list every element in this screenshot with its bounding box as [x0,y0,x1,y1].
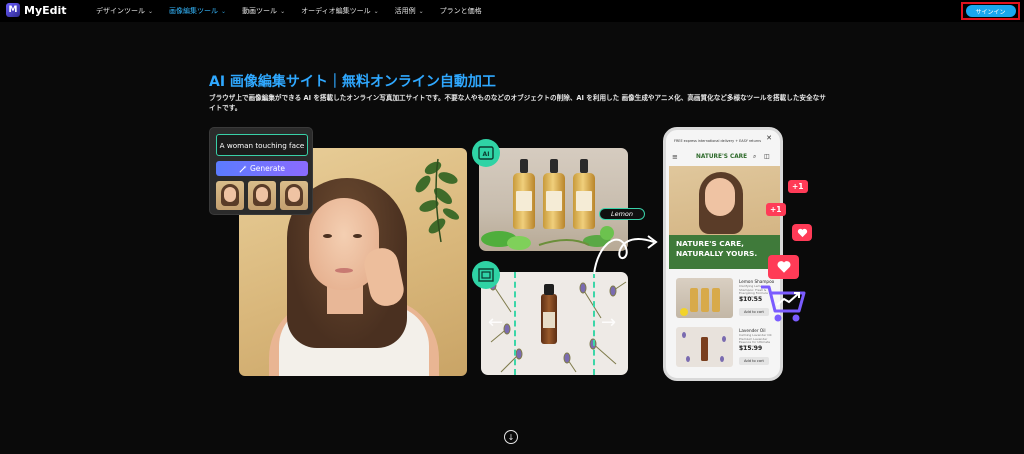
shopping-cart-icon [761,285,806,322]
main-menu: デザインツール ⌄ 画像編集ツール ⌄ 動画ツール ⌄ オーディオ編集ツール ⌄ 活用例… [96,0,498,22]
phone-product-card: Lavender Oil Calming Lavender Oil: Premi… [673,324,777,370]
hero-line-1: NATURE'S CARE, [676,239,744,248]
woman-eye-right [353,234,362,238]
hero-title: AI 画像編集サイト｜無料オンライン自動加工 [209,74,496,90]
menu-item-design-tools[interactable]: デザインツール ⌄ [96,6,153,16]
woman-lips [335,268,353,273]
hero-face [705,178,735,216]
thumb-face [224,187,236,202]
hero-description: ブラウザ上で画像編集ができる AI を搭載したオンライン写真加工サイトです。不要… [209,94,826,112]
top-nav: M MyEdit デザインツール ⌄ 画像編集ツール ⌄ 動画ツール ⌄ オーディオ編… [0,0,1024,22]
generate-label: Generate [249,164,286,173]
compare-divider-left [514,272,516,375]
crop-frame-icon [472,261,500,289]
plus-one-badge: +1 [788,180,808,193]
menu-item-audio-tools[interactable]: オーディオ編集ツール ⌄ [301,6,379,16]
menu-item-label: 動画ツール [242,7,278,15]
chevron-down-icon: ⌄ [148,7,154,15]
hero-line-2: NATURALLY YOURS. [676,248,758,258]
signin-highlight: サインイン [961,2,1020,20]
generated-thumbnail-3[interactable] [280,181,308,210]
heart-icon [768,255,799,279]
woman-eye-left [323,234,332,238]
generated-thumbnail-1[interactable] [216,181,244,210]
logo[interactable]: M MyEdit [6,3,67,17]
magic-wand-icon [239,164,247,173]
chevron-down-icon: ⌄ [373,7,379,15]
chevron-down-icon: ⌄ [418,7,424,15]
lemon-tag: Lemon [599,208,645,220]
menu-item-label: プランと価格 [439,7,482,15]
signin-button[interactable]: サインイン [965,5,1016,17]
chevron-down-icon: ⌄ [221,7,227,15]
product-lavender [682,332,726,362]
phone-mockup: FREE express international delivery + EA… [663,127,783,381]
bag-icon[interactable]: ◫ [764,153,770,160]
phone-hero-banner: NATURE'S CARE, NATURALLY YOURS. [669,235,780,269]
thumb-face [256,187,268,202]
menu-item-label: 活用例 [394,7,416,15]
phone-brand: NATURE'S CARE [696,154,748,160]
menu-item-pricing[interactable]: プランと価格 [440,6,482,16]
menu-item-image-tools[interactable]: 画像編集ツール ⌄ [169,6,226,16]
menu-item-label: 画像編集ツール [169,7,219,15]
bottle-label [576,191,592,211]
menu-item-label: オーディオ編集ツール [301,7,371,15]
thumb-face [288,187,300,202]
search-icon[interactable]: ⌕ [753,153,756,161]
prompt-input[interactable]: A woman touching face [216,134,308,156]
product-bottles [680,288,720,316]
ai-generate-icon: AI [472,139,500,167]
menu-item-label: デザインツール [96,7,145,15]
product-thumbnail [676,327,733,367]
menu-item-use-cases[interactable]: 活用例 ⌄ [395,6,424,16]
scroll-down-icon[interactable]: ↓ [504,430,518,444]
curved-arrow-icon [593,235,658,275]
product-price: $15.99 [739,345,763,352]
page: M MyEdit デザインツール ⌄ 画像編集ツール ⌄ 動画ツール ⌄ オーディオ編… [0,0,1024,454]
svg-text:AI: AI [483,151,490,158]
compare-divider-right [593,272,595,375]
product-thumbnail [676,278,733,318]
phone-banner: FREE express international delivery + EA… [674,139,762,143]
bottle-label [546,191,562,211]
phone-hero-image: NATURE'S CARE, NATURALLY YOURS. [669,166,780,269]
trend-up-icon [776,293,799,306]
generated-thumbnail-2[interactable] [248,181,276,210]
generate-button[interactable]: Generate [216,161,308,176]
essential-oil-bottle [541,284,557,344]
arrow-left-icon[interactable]: ← [488,312,503,333]
add-to-cart-button[interactable]: Add to cart [739,357,769,365]
chevron-down-icon: ⌄ [280,7,286,15]
close-icon[interactable]: ✕ [766,134,772,142]
menu-item-video-tools[interactable]: 動画ツール ⌄ [242,6,285,16]
bottle-label [516,191,532,211]
logo-text: MyEdit [24,3,67,17]
plus-one-badge: +1 [766,203,786,216]
arrow-right-icon[interactable]: → [601,312,616,333]
menu-icon[interactable]: ≡ [672,153,678,161]
heart-icon [792,224,812,241]
myedit-logo-icon: M [6,3,20,17]
product-lavender-image: ← → [481,272,628,375]
bottle-label [543,312,555,328]
ai-prompt-card: A woman touching face Generate [209,127,313,215]
